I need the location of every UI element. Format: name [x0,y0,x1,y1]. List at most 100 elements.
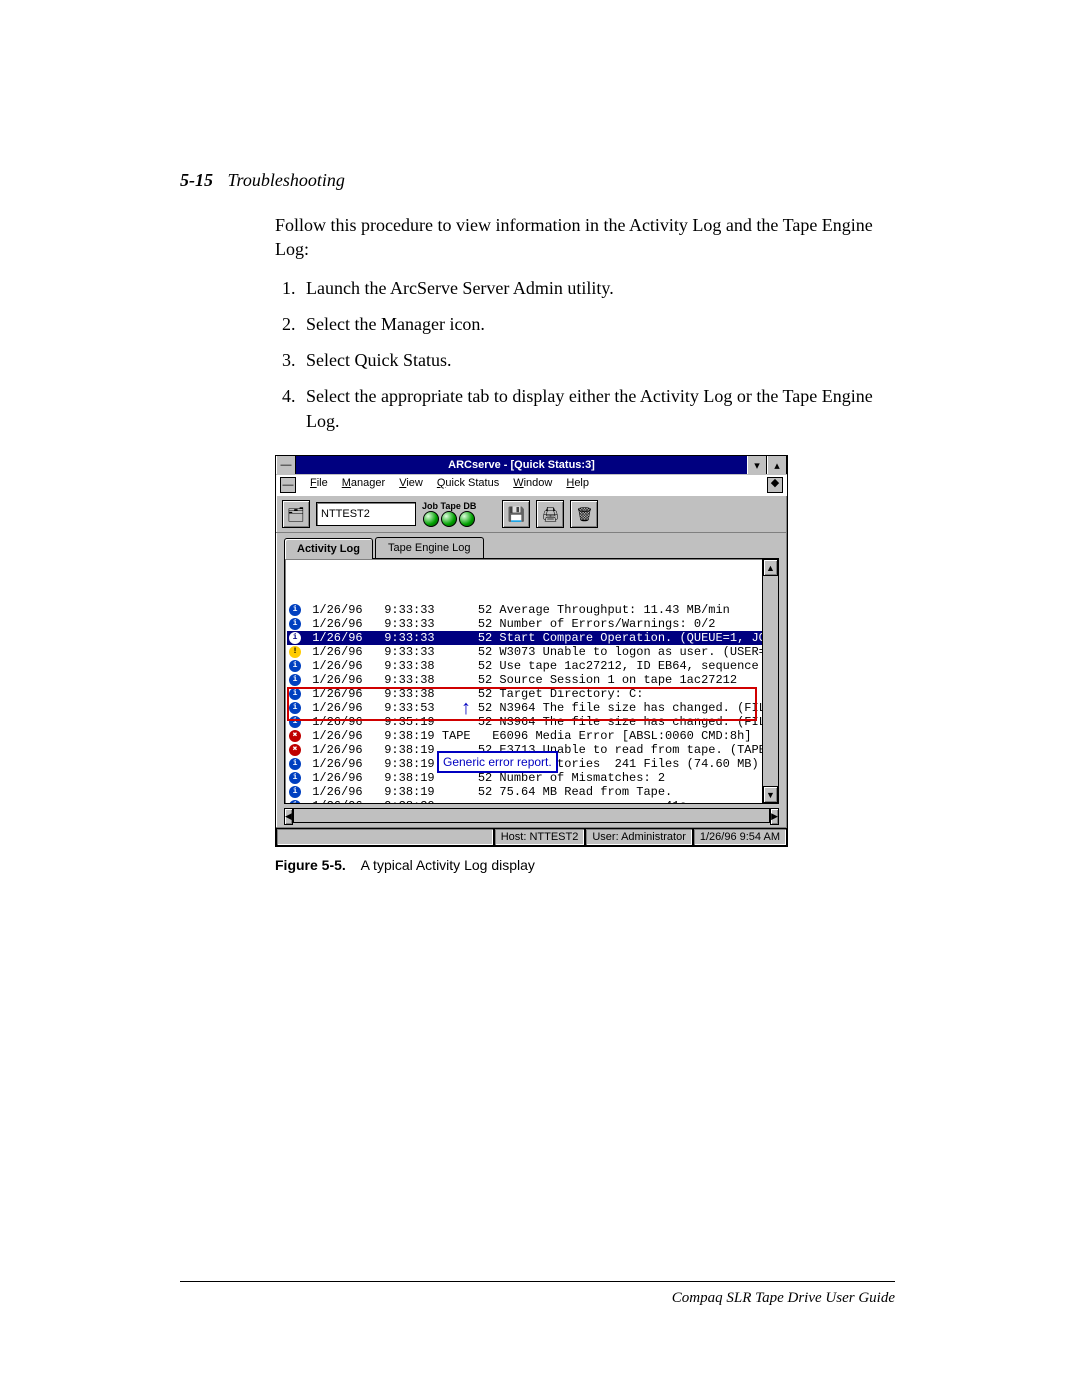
log-row-text: 1/26/96 9:38:20 41s [305,799,687,803]
toolbar: 🗂 Job Tape DB 💾 🖨 🗑 [276,495,787,533]
lamp-tape-icon [441,511,457,527]
maximize-button[interactable]: ▴ [767,456,787,474]
tab-strip: Activity Log Tape Engine Log [276,533,787,558]
scroll-up-button[interactable]: ▲ [763,559,778,576]
warn-icon: ! [289,646,301,658]
running-head: 5-15 Troubleshooting [180,170,895,191]
scroll-down-button[interactable]: ▼ [763,786,778,803]
scroll-right-button[interactable]: ▶ [770,808,779,825]
log-row[interactable]: i 1/26/96 9:38:19 52 Number of Mismatche… [287,771,762,785]
info-icon: i [289,674,301,686]
child-restore-button[interactable]: ◆ [767,477,783,493]
figure-text: A typical Activity Log display [361,857,535,873]
log-row-text: 1/26/96 9:33:38 52 Target Directory: C: [305,687,643,701]
error-icon: ✖ [289,730,301,742]
menubar[interactable]: — File Manager View Quick Status Window … [276,474,787,495]
status-lamps: Job Tape DB [422,502,476,527]
log-row[interactable]: ! 1/26/96 9:33:33 52 W3073 Unable to log… [287,645,762,659]
tab-tape-engine-log[interactable]: Tape Engine Log [375,537,484,558]
info-icon: i [289,660,301,672]
info-icon: i [289,800,301,803]
log-row[interactable]: i 1/26/96 9:38:19 52 75.64 MB Read from … [287,785,762,799]
info-icon: i [289,702,301,714]
log-row-text: 1/26/96 9:33:38 52 Source Session 1 on t… [305,673,737,687]
info-icon: i [289,604,301,616]
step-1: Launch the ArcServe Server Admin utility… [300,276,895,300]
lamps-label: Job Tape DB [422,502,476,511]
log-row-text: 1/26/96 9:33:33 52 Average Throughput: 1… [305,603,730,617]
lamp-db-icon [459,511,475,527]
status-host: Host: NTTEST2 [494,828,586,846]
titlebar[interactable]: — ARCserve - [Quick Status:3] ▾ ▴ [276,456,787,474]
log-row-text: 1/26/96 9:38:19 52 75.64 MB Read from Ta… [305,785,672,799]
system-menu-icon[interactable]: — [276,456,296,474]
status-datetime: 1/26/96 9:54 AM [693,828,787,846]
status-user: User: Administrator [585,828,693,846]
info-icon: i [289,618,301,630]
log-row-text: 1/26/96 9:33:38 52 Use tape 1ac27212, ID… [305,659,762,673]
log-listbox[interactable]: i 1/26/96 9:33:33 52 Average Throughput:… [285,559,762,803]
log-row-text: 1/26/96 9:33:33 52 Start Compare Operati… [305,631,762,645]
arcserve-window: — ARCserve - [Quick Status:3] ▾ ▴ — File… [275,455,788,847]
footer-rule [180,1281,895,1282]
footer-text: Compaq SLR Tape Drive User Guide [672,1290,895,1307]
log-row[interactable]: i 1/26/96 9:33:33 52 Average Throughput:… [287,603,762,617]
horizontal-scrollbar[interactable]: ◀ ▶ [284,808,779,823]
log-row[interactable]: i 1/26/96 9:33:33 52 Number of Errors/Wa… [287,617,762,631]
screenshot-figure: — ARCserve - [Quick Status:3] ▾ ▴ — File… [275,455,895,873]
log-row[interactable]: i 1/26/96 9:33:38 52 Source Session 1 on… [287,673,762,687]
log-row-text: 1/26/96 9:38:19 52 Number of Mismatches:… [305,771,665,785]
minimize-button[interactable]: ▾ [747,456,767,474]
page-number: 5-15 [180,170,213,190]
menu-help[interactable]: Help [566,477,589,493]
info-icon: i [289,688,301,700]
status-spacer [276,828,494,846]
info-icon: i [289,758,301,770]
vertical-scrollbar[interactable]: ▲ ▼ [762,559,778,803]
log-row-text: 1/26/96 9:33:33 52 W3073 Unable to logon… [305,645,762,659]
menu-quickstatus[interactable]: Quick Status [437,477,499,493]
figure-label: Figure 5-5. [275,857,346,873]
trash-icon[interactable]: 🗑 [570,500,598,528]
hscroll-track[interactable] [293,808,770,823]
log-row[interactable]: i 1/26/96 9:33:53 52 N3964 The file size… [287,701,762,715]
page: 5-15 Troubleshooting Follow this procedu… [0,0,1080,1397]
log-row-text: 1/26/96 9:38:19 TAPE E6096 Media Error [… [305,729,751,743]
log-row[interactable]: i 1/26/96 9:33:38 52 Target Directory: C… [287,687,762,701]
body-text: Follow this procedure to view informatio… [275,213,895,433]
log-row[interactable]: ✖ 1/26/96 9:38:19 TAPE E6096 Media Error… [287,729,762,743]
menu-view[interactable]: View [399,477,423,493]
step-2: Select the Manager icon. [300,312,895,336]
info-icon: i [289,786,301,798]
log-row[interactable]: i 1/26/96 9:35:19 52 N3964 The file size… [287,715,762,729]
intro-para: Follow this procedure to view informatio… [275,213,895,262]
log-panel: i 1/26/96 9:33:33 52 Average Throughput:… [284,558,779,804]
info-icon: i [289,716,301,728]
statusbar: Host: NTTEST2 User: Administrator 1/26/9… [276,827,787,846]
section-title: Troubleshooting [228,170,345,190]
step-3: Select Quick Status. [300,348,895,372]
step-4: Select the appropriate tab to display ei… [300,384,895,433]
lamp-job-icon [423,511,439,527]
log-row[interactable]: i 1/26/96 9:38:20 41s [287,799,762,803]
tab-activity-log[interactable]: Activity Log [284,538,373,559]
menu-file[interactable]: File [310,477,328,493]
sel-icon: i [289,632,301,644]
scroll-track[interactable] [763,576,778,786]
menu-manager[interactable]: Manager [342,477,385,493]
error-icon: ✖ [289,744,301,756]
tree-view-icon[interactable]: 🗂 [282,500,310,528]
printer-icon[interactable]: 🖨 [536,500,564,528]
callout-label: Generic error report. [437,751,558,773]
scroll-left-button[interactable]: ◀ [284,808,293,825]
log-row-text: 1/26/96 9:33:53 52 N3964 The file size h… [305,701,762,715]
log-row-text: 1/26/96 9:35:19 52 N3964 The file size h… [305,715,762,729]
child-sysmenu-icon[interactable]: — [280,477,296,493]
log-row[interactable]: i 1/26/96 9:33:38 52 Use tape 1ac27212, … [287,659,762,673]
host-field[interactable] [316,502,416,526]
log-row[interactable]: i 1/26/96 9:33:33 52 Start Compare Opera… [287,631,762,645]
window-title: ARCserve - [Quick Status:3] [296,456,747,474]
menu-window[interactable]: Window [513,477,552,493]
log-row-text: 1/26/96 9:33:33 52 Number of Errors/Warn… [305,617,715,631]
tape-drive-icon[interactable]: 💾 [502,500,530,528]
